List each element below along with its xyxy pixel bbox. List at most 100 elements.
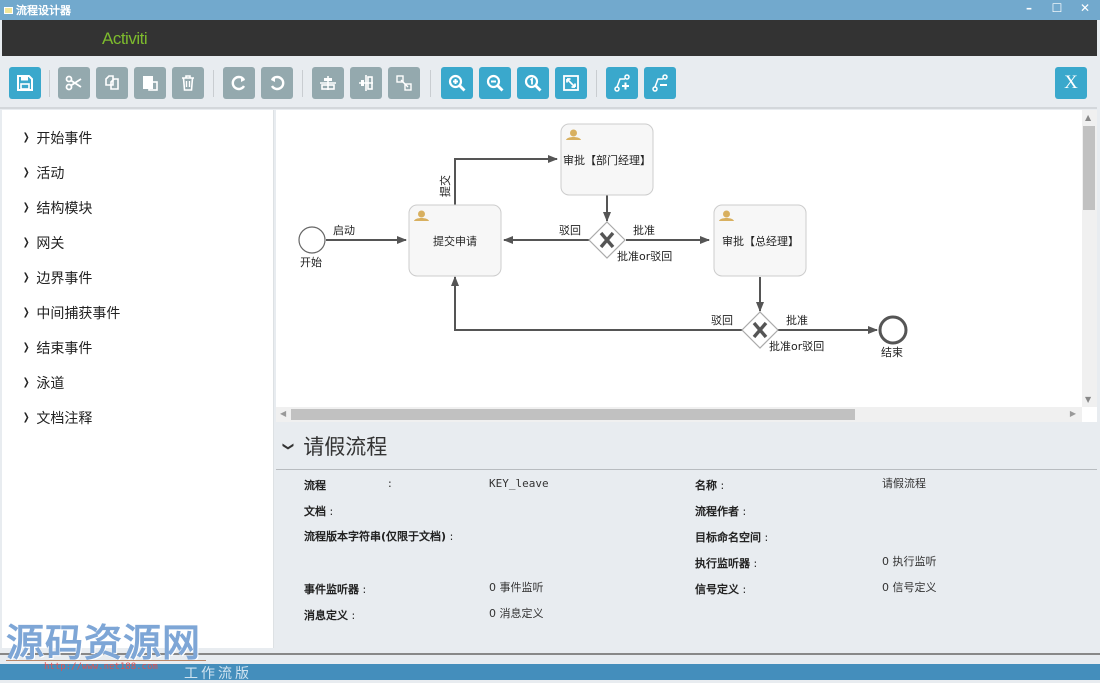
- flow-label-start: 启动: [333, 224, 355, 237]
- zoom-out-icon: [486, 74, 504, 92]
- align-horizontal-icon: [320, 76, 336, 90]
- align-vertical-button[interactable]: [350, 67, 382, 99]
- property-version-tag: 流程版本字符串(仅限于文档) :: [304, 530, 454, 543]
- window-titlebar: 流程设计器 – ☐ ✕: [0, 0, 1100, 20]
- paste-button[interactable]: [134, 67, 166, 99]
- toolbar-separator: [302, 70, 303, 97]
- undo-button[interactable]: [261, 67, 293, 99]
- canvas-vertical-scrollbar[interactable]: ▲ ▼: [1082, 110, 1097, 407]
- start-event-label: 开始: [300, 255, 322, 269]
- scroll-up-arrow-icon[interactable]: ▲: [1085, 113, 1091, 122]
- property-execution-listeners-value[interactable]: 0 执行监听: [882, 553, 937, 569]
- watermark-underline: [6, 660, 206, 661]
- property-event-listeners: 事件监听器 :: [304, 583, 367, 596]
- remove-bendpoint-button[interactable]: [644, 67, 676, 99]
- horizontal-scroll-thumb[interactable]: [291, 409, 855, 420]
- palette-group-end-events[interactable]: ❯ 结束事件: [2, 330, 273, 365]
- align-vertical-icon: [359, 75, 373, 91]
- palette-group-activities[interactable]: ❯ 活动: [2, 155, 273, 190]
- palette-group-intermediate-catch-events[interactable]: ❯ 中间捕获事件: [2, 295, 273, 330]
- process-title: 请假流程: [303, 435, 388, 459]
- chevron-right-icon: ❯: [22, 377, 30, 388]
- property-author: 流程作者 :: [695, 505, 747, 518]
- activiti-logo: Activiti: [102, 29, 148, 48]
- vertical-scroll-thumb[interactable]: [1083, 126, 1095, 210]
- scroll-down-arrow-icon[interactable]: ▼: [1085, 395, 1091, 404]
- gateway-2-label: 批准or驳回: [769, 339, 824, 353]
- task-dept-manager-label: 审批【部门经理】: [563, 153, 651, 167]
- palette-group-start-events[interactable]: ❯ 开始事件: [2, 120, 273, 155]
- canvas-horizontal-scrollbar[interactable]: ◀ ▶: [276, 407, 1082, 422]
- zoom-in-button[interactable]: [441, 67, 473, 99]
- maximize-button[interactable]: ☐: [1050, 1, 1064, 15]
- flow-label-gw2-approve: 批准: [786, 313, 808, 327]
- chevron-right-icon: ❯: [22, 307, 30, 318]
- task-general-manager-label: 审批【总经理】: [722, 234, 799, 248]
- chevron-down-icon[interactable]: ❯: [282, 441, 295, 450]
- toolbar-separator: [430, 70, 431, 97]
- scissors-icon: [65, 75, 82, 91]
- flow-label-gw2-reject: 驳回: [711, 314, 733, 327]
- property-target-namespace: 目标命名空间 :: [695, 531, 769, 544]
- palette-sidebar: ❯ 开始事件 ❯ 活动 ❯ 结构模块 ❯ 网关 ❯ 边界事件 ❯ 中间捕获事件 ❯ 结束事件 …: [2, 110, 274, 648]
- scroll-left-arrow-icon[interactable]: ◀: [280, 409, 286, 418]
- zoom-in-icon: [448, 74, 466, 92]
- scroll-right-arrow-icon[interactable]: ▶: [1070, 409, 1076, 418]
- property-signal-definitions: 信号定义 :: [695, 583, 747, 596]
- properties-panel: ❯ 请假流程 流程 : KEY_leave 文档 : 流程版本字符串(仅限于文档…: [276, 422, 1097, 648]
- property-name-value[interactable]: 请假流程: [882, 475, 926, 491]
- zoom-fit-button[interactable]: [555, 67, 587, 99]
- flow-gw2-reject[interactable]: [451, 276, 742, 331]
- redo-button[interactable]: [223, 67, 255, 99]
- redo-icon: [231, 75, 246, 91]
- toolbar: X: [0, 56, 1097, 109]
- close-window-button[interactable]: ✕: [1078, 1, 1092, 15]
- property-signal-definitions-value[interactable]: 0 信号定义: [882, 579, 937, 595]
- property-name: 名称 :: [695, 479, 725, 492]
- chevron-right-icon: ❯: [22, 272, 30, 283]
- property-message-definitions-value[interactable]: 0 消息定义: [489, 605, 544, 621]
- align-horizontal-button[interactable]: [312, 67, 344, 99]
- property-execution-listeners: 执行监听器 :: [695, 557, 758, 570]
- chevron-right-icon: ❯: [22, 237, 30, 248]
- same-size-button[interactable]: [388, 67, 420, 99]
- property-process-id-value[interactable]: KEY_leave: [489, 477, 549, 490]
- palette-group-structural[interactable]: ❯ 结构模块: [2, 190, 273, 225]
- end-event[interactable]: [878, 315, 908, 345]
- start-event[interactable]: [298, 226, 326, 254]
- property-event-listeners-value[interactable]: 0 事件监听: [489, 579, 544, 595]
- zoom-out-button[interactable]: [479, 67, 511, 99]
- cut-button[interactable]: [58, 67, 90, 99]
- end-event-label: 结束: [881, 346, 903, 359]
- toolbar-separator: [49, 70, 50, 97]
- copy-button[interactable]: [96, 67, 128, 99]
- properties-header[interactable]: ❯ 请假流程: [282, 431, 388, 461]
- zoom-fit-icon: [563, 75, 579, 91]
- palette-group-gateways[interactable]: ❯ 网关: [2, 225, 273, 260]
- window-icon: [4, 6, 13, 14]
- flow-label-submit: 提交: [438, 175, 452, 197]
- add-bendpoint-icon: [614, 74, 630, 92]
- gateway-1-label: 批准or驳回: [617, 249, 672, 263]
- property-documentation: 文档 :: [304, 505, 334, 518]
- save-button[interactable]: [9, 67, 41, 99]
- diagram-canvas[interactable]: 开始 结束 提交申请 审批【部门经理】 审批【总经理】 批准or驳回 批准or驳…: [276, 110, 1082, 407]
- flow-submit-to-dept[interactable]: [454, 155, 558, 205]
- properties-divider: [276, 469, 1097, 470]
- palette-group-annotations[interactable]: ❯ 文档注释: [2, 400, 273, 435]
- delete-button[interactable]: [172, 67, 204, 99]
- palette-group-swimlanes[interactable]: ❯ 泳道: [2, 365, 273, 400]
- chevron-right-icon: ❯: [22, 132, 30, 143]
- watermark-text: 源码资源网: [6, 621, 202, 665]
- chevron-right-icon: ❯: [22, 342, 30, 353]
- palette-group-boundary-events[interactable]: ❯ 边界事件: [2, 260, 273, 295]
- zoom-actual-icon: [524, 74, 542, 92]
- chevron-right-icon: ❯: [22, 167, 30, 178]
- minimize-button[interactable]: –: [1022, 1, 1036, 15]
- add-bendpoint-button[interactable]: [606, 67, 638, 99]
- close-designer-button[interactable]: X: [1055, 67, 1087, 99]
- property-message-definitions: 消息定义 :: [304, 609, 356, 622]
- zoom-actual-button[interactable]: [517, 67, 549, 99]
- remove-bendpoint-icon: [652, 74, 668, 92]
- chevron-right-icon: ❯: [22, 412, 30, 423]
